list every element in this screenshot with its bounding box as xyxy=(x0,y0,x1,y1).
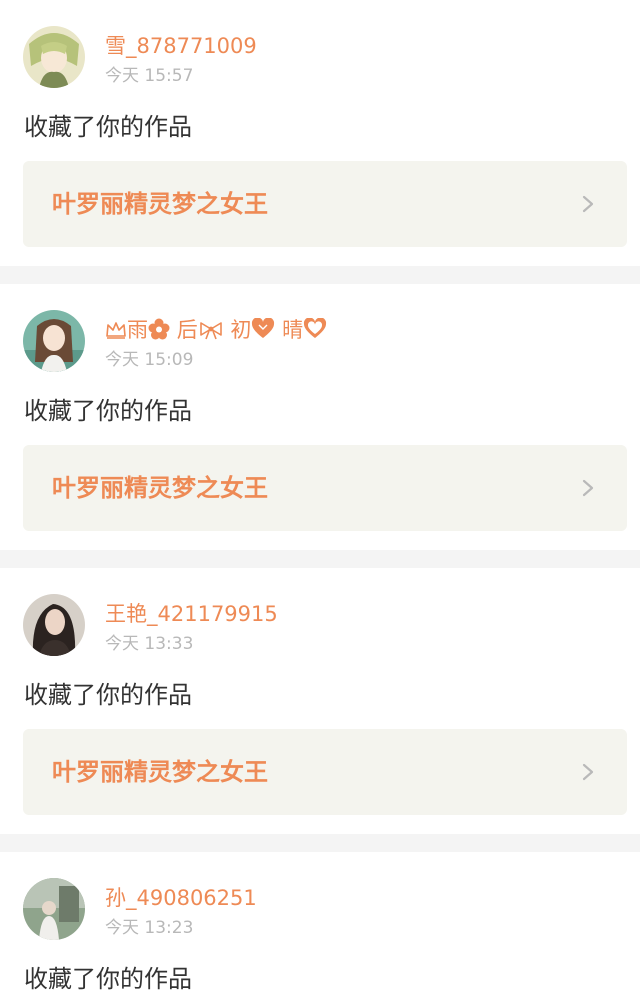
heart-icon xyxy=(304,318,327,338)
avatar[interactable] xyxy=(23,310,85,372)
work-title: 叶罗丽精灵梦之女王 xyxy=(52,190,268,218)
chevron-right-icon xyxy=(582,195,594,213)
username-part: 后 xyxy=(176,318,198,342)
username-part: 初 xyxy=(230,318,252,342)
avatar[interactable] xyxy=(23,594,85,656)
username[interactable]: 雪_878771009 xyxy=(105,33,257,59)
notification-card: 孙_490806251 今天 13:23 收藏了你的作品 xyxy=(0,852,640,1000)
action-text: 收藏了你的作品 xyxy=(24,113,192,141)
timestamp: 今天 13:33 xyxy=(105,634,194,654)
notification-card: 雪_878771009 今天 15:57 收藏了你的作品 叶罗丽精灵梦之女王 xyxy=(0,0,640,266)
chevron-right-icon xyxy=(582,479,594,497)
notification-feed: 雪_878771009 今天 15:57 收藏了你的作品 叶罗丽精灵梦之女王 雨… xyxy=(0,0,640,1000)
timestamp: 今天 15:57 xyxy=(105,66,194,86)
crown-icon xyxy=(106,322,126,339)
action-text: 收藏了你的作品 xyxy=(24,965,192,993)
work-title: 叶罗丽精灵梦之女王 xyxy=(52,474,268,502)
username-part: 雨 xyxy=(127,318,148,342)
heart-icon xyxy=(252,318,275,338)
username[interactable]: 雨 后 初 晴 xyxy=(105,317,327,343)
timestamp: 今天 15:09 xyxy=(105,350,194,370)
notification-card: 王艳_421179915 今天 13:33 收藏了你的作品 叶罗丽精灵梦之女王 xyxy=(0,568,640,834)
chevron-right-icon xyxy=(582,763,594,781)
flower-icon xyxy=(148,318,170,340)
bow-icon xyxy=(199,322,222,340)
action-text: 收藏了你的作品 xyxy=(24,397,192,425)
username-part: 晴 xyxy=(282,318,304,342)
work-link[interactable]: 叶罗丽精灵梦之女王 xyxy=(23,729,627,815)
work-title: 叶罗丽精灵梦之女王 xyxy=(52,758,268,786)
work-link[interactable]: 叶罗丽精灵梦之女王 xyxy=(23,161,627,247)
timestamp: 今天 13:23 xyxy=(105,918,194,938)
avatar[interactable] xyxy=(23,26,85,88)
action-text: 收藏了你的作品 xyxy=(24,681,192,709)
username[interactable]: 王艳_421179915 xyxy=(105,601,278,627)
work-link[interactable]: 叶罗丽精灵梦之女王 xyxy=(23,445,627,531)
avatar[interactable] xyxy=(23,878,85,940)
username[interactable]: 孙_490806251 xyxy=(105,885,257,911)
notification-card: 雨 后 初 晴 今天 15:09 收藏了你的作品 叶罗丽精灵梦之女王 xyxy=(0,284,640,550)
